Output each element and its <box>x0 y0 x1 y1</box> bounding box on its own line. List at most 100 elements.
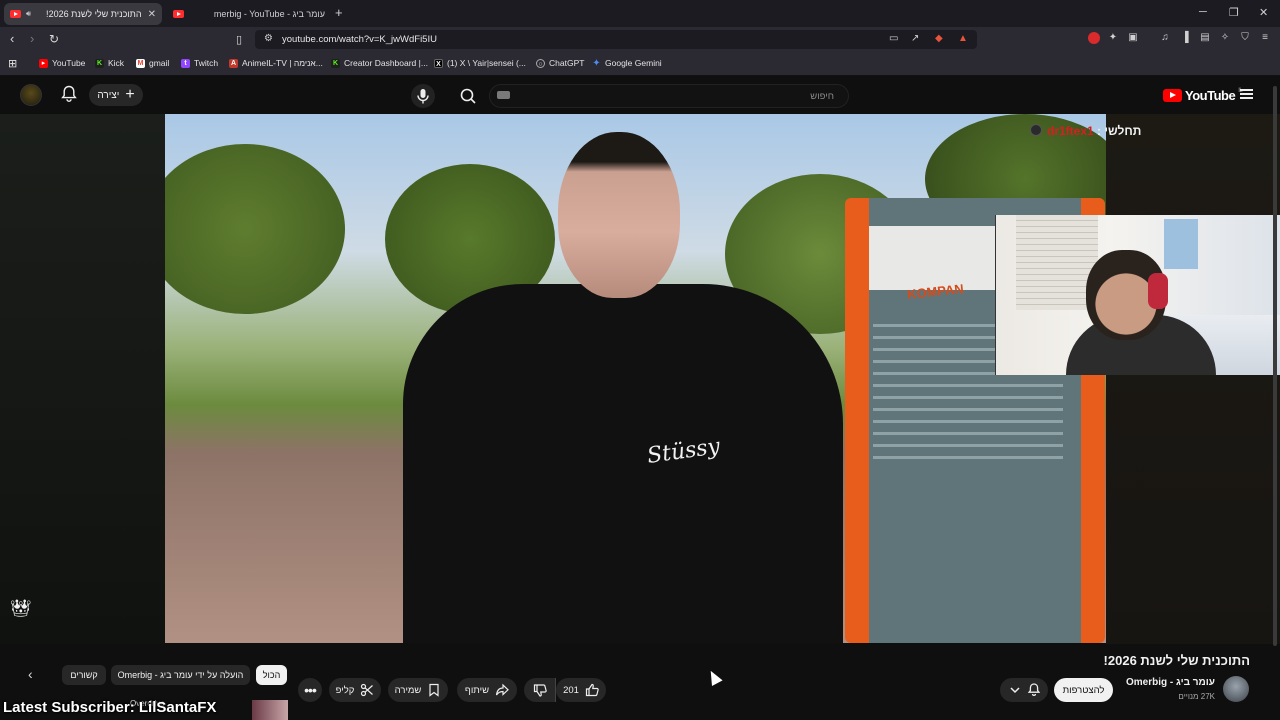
video-thumbnail[interactable] <box>252 700 288 720</box>
youtube-logo-text: YouTube <box>1185 88 1236 103</box>
create-button[interactable]: יצירה + <box>89 84 143 106</box>
chip-related[interactable]: קשורים <box>62 665 106 685</box>
crown-icon: 👑︎ <box>10 599 32 618</box>
wallet-icon[interactable]: ▤ <box>1199 32 1211 44</box>
browser-tab-bar: 🔊︎ התוכנית שלי לשנת 2026! ✕ עומר ביג - O… <box>0 0 1280 27</box>
bookmark-creator-dashboard[interactable]: K Creator Dashboard |... <box>331 58 428 68</box>
chevron-left-icon[interactable]: ‹ <box>28 666 33 682</box>
music-icon[interactable]: ♫ <box>1159 32 1171 44</box>
tab-inactive[interactable]: עומר ביג - Omerbig - YouTube <box>167 3 331 25</box>
keyboard-icon[interactable] <box>497 91 510 99</box>
reload-icon[interactable]: ↻ <box>49 32 59 46</box>
cast-icon[interactable]: ▭ <box>889 33 898 44</box>
create-label: יצירה <box>97 89 120 101</box>
subscription-bell-button[interactable] <box>1000 678 1048 702</box>
mouse-cursor-icon <box>705 668 723 686</box>
screenshot-icon[interactable]: ▣ <box>1127 32 1139 44</box>
bookmark-youtube[interactable]: ▸ YouTube <box>39 58 85 68</box>
save-label: שמירה <box>394 684 422 696</box>
menu-icon[interactable]: ≡ <box>1259 32 1271 44</box>
bookmark-kick[interactable]: K Kick <box>95 58 124 68</box>
dislike-button[interactable] <box>524 678 556 702</box>
twitch-icon: t <box>181 58 190 68</box>
new-tab-button[interactable]: + <box>335 5 343 20</box>
tab-active[interactable]: 🔊︎ התוכנית שלי לשנת 2026! ✕ <box>4 3 162 25</box>
bookmark-icon <box>429 683 439 697</box>
guide-menu-icon[interactable] <box>1240 89 1253 99</box>
bookmark-animeil[interactable]: A AnimeIL-TV | אנימה... <box>229 58 323 68</box>
video-title: התוכנית שלי לשנת 2026! <box>1103 653 1250 668</box>
gmail-icon: M <box>136 58 145 68</box>
chip-all[interactable]: הכול <box>256 665 287 685</box>
shield-icon[interactable]: ◆ <box>935 33 943 44</box>
bell-chevron-icon <box>1010 683 1041 696</box>
search-button[interactable] <box>452 84 484 108</box>
back-icon[interactable]: ‹ <box>10 31 14 46</box>
minimize-icon[interactable]: ─ <box>1199 6 1207 18</box>
gemini-icon: ✦ <box>592 57 601 69</box>
bookmark-x[interactable]: X (1) X \ Yair|sensei (... <box>434 58 526 68</box>
vpn-icon[interactable]: ⛉ <box>1239 32 1251 44</box>
presenter-body <box>403 284 843 643</box>
ambient-right <box>1106 114 1280 644</box>
speaker-icon[interactable]: 🔊︎ <box>26 9 31 19</box>
plus-icon: + <box>125 86 135 103</box>
chatgpt-icon: ○ <box>536 58 545 68</box>
voice-search-button[interactable] <box>411 84 435 108</box>
more-actions-button[interactable]: ••• <box>298 678 322 702</box>
bookmark-page-icon[interactable]: ▯ <box>236 33 242 46</box>
bookmark-twitch[interactable]: t Twitch <box>181 58 218 68</box>
like-count: 201 <box>563 684 579 696</box>
close-window-icon[interactable]: ✕ <box>1259 6 1268 19</box>
thumbs-down-icon <box>533 684 547 697</box>
bookmark-gemini[interactable]: ✦ Google Gemini <box>592 57 661 69</box>
page-scrollbar[interactable] <box>1273 86 1277 646</box>
close-tab-icon[interactable]: ✕ <box>148 9 156 20</box>
apps-grid-icon[interactable]: ⊞ <box>8 57 17 70</box>
video-player[interactable]: KOMPAN Stüssy <box>165 114 1106 643</box>
extensions-icon[interactable]: ✦ <box>1107 32 1119 44</box>
join-button[interactable]: להצטרפות <box>1054 678 1113 702</box>
latest-subscriber-overlay: Latest Subscriber: LilSantaFX <box>3 699 217 716</box>
share-icon <box>495 683 509 696</box>
bookmarks-bar: ⊞ ▸ YouTube K Kick Mgmail t Twitch A AnimeIL… <box>0 52 1280 76</box>
ambient-left <box>0 114 165 644</box>
tab-title: עומר ביג - Omerbig - YouTube <box>214 9 325 19</box>
more-icon: ••• <box>304 682 317 698</box>
scissors-icon <box>361 683 374 697</box>
youtube-icon: ▸ <box>39 58 48 68</box>
youtube-logo[interactable]: YouTube IL <box>1163 88 1243 103</box>
account-avatar[interactable] <box>20 84 42 106</box>
share-button[interactable]: שיתוף <box>457 678 517 702</box>
address-bar[interactable]: ⚙ youtube.com/watch?v=K_jwWdFi5IU ▭ ↗ ◆ … <box>255 30 977 49</box>
clip-button[interactable]: קליפ <box>329 678 381 702</box>
url-text: youtube.com/watch?v=K_jwWdFi5IU <box>282 34 437 45</box>
chip-uploaded-by[interactable]: הועלה על ידי עומר ביג - Omerbig <box>111 665 250 685</box>
presenter-head <box>558 132 680 298</box>
x-icon: X <box>434 58 443 68</box>
headset-icon <box>1148 273 1168 309</box>
notifications-bell-icon[interactable] <box>61 85 77 103</box>
bookmark-gmail[interactable]: Mgmail <box>136 58 169 68</box>
extension-record-icon[interactable] <box>1088 32 1100 44</box>
leo-ai-icon[interactable]: ✧ <box>1219 32 1231 44</box>
channel-avatar[interactable] <box>1223 676 1249 702</box>
site-info-icon[interactable]: ⚙ <box>264 33 273 44</box>
sidebar-icon[interactable]: ▐ <box>1179 32 1191 44</box>
share-page-icon[interactable]: ↗ <box>911 33 919 44</box>
save-button[interactable]: שמירה <box>388 678 448 702</box>
clip-label: קליפ <box>335 684 355 696</box>
channel-name[interactable]: עומר ביג - Omerbig <box>1126 677 1215 688</box>
maximize-icon[interactable]: ❐ <box>1229 6 1239 19</box>
streamer-webcam <box>995 215 1280 375</box>
subscriber-count: 27K מנויים <box>1178 692 1215 701</box>
search-input[interactable]: חיפוש <box>489 84 849 108</box>
rewards-icon[interactable]: ▲ <box>958 33 968 44</box>
like-button[interactable]: 201 <box>556 678 606 702</box>
youtube-header: יצירה + חיפוש YouTube IL <box>0 76 1280 114</box>
forward-icon[interactable]: › <box>30 31 34 46</box>
microphone-icon <box>417 89 429 104</box>
youtube-logo-icon <box>1163 89 1182 102</box>
bookmark-chatgpt[interactable]: ○ ChatGPT <box>536 58 584 68</box>
kick-icon: K <box>331 58 340 68</box>
